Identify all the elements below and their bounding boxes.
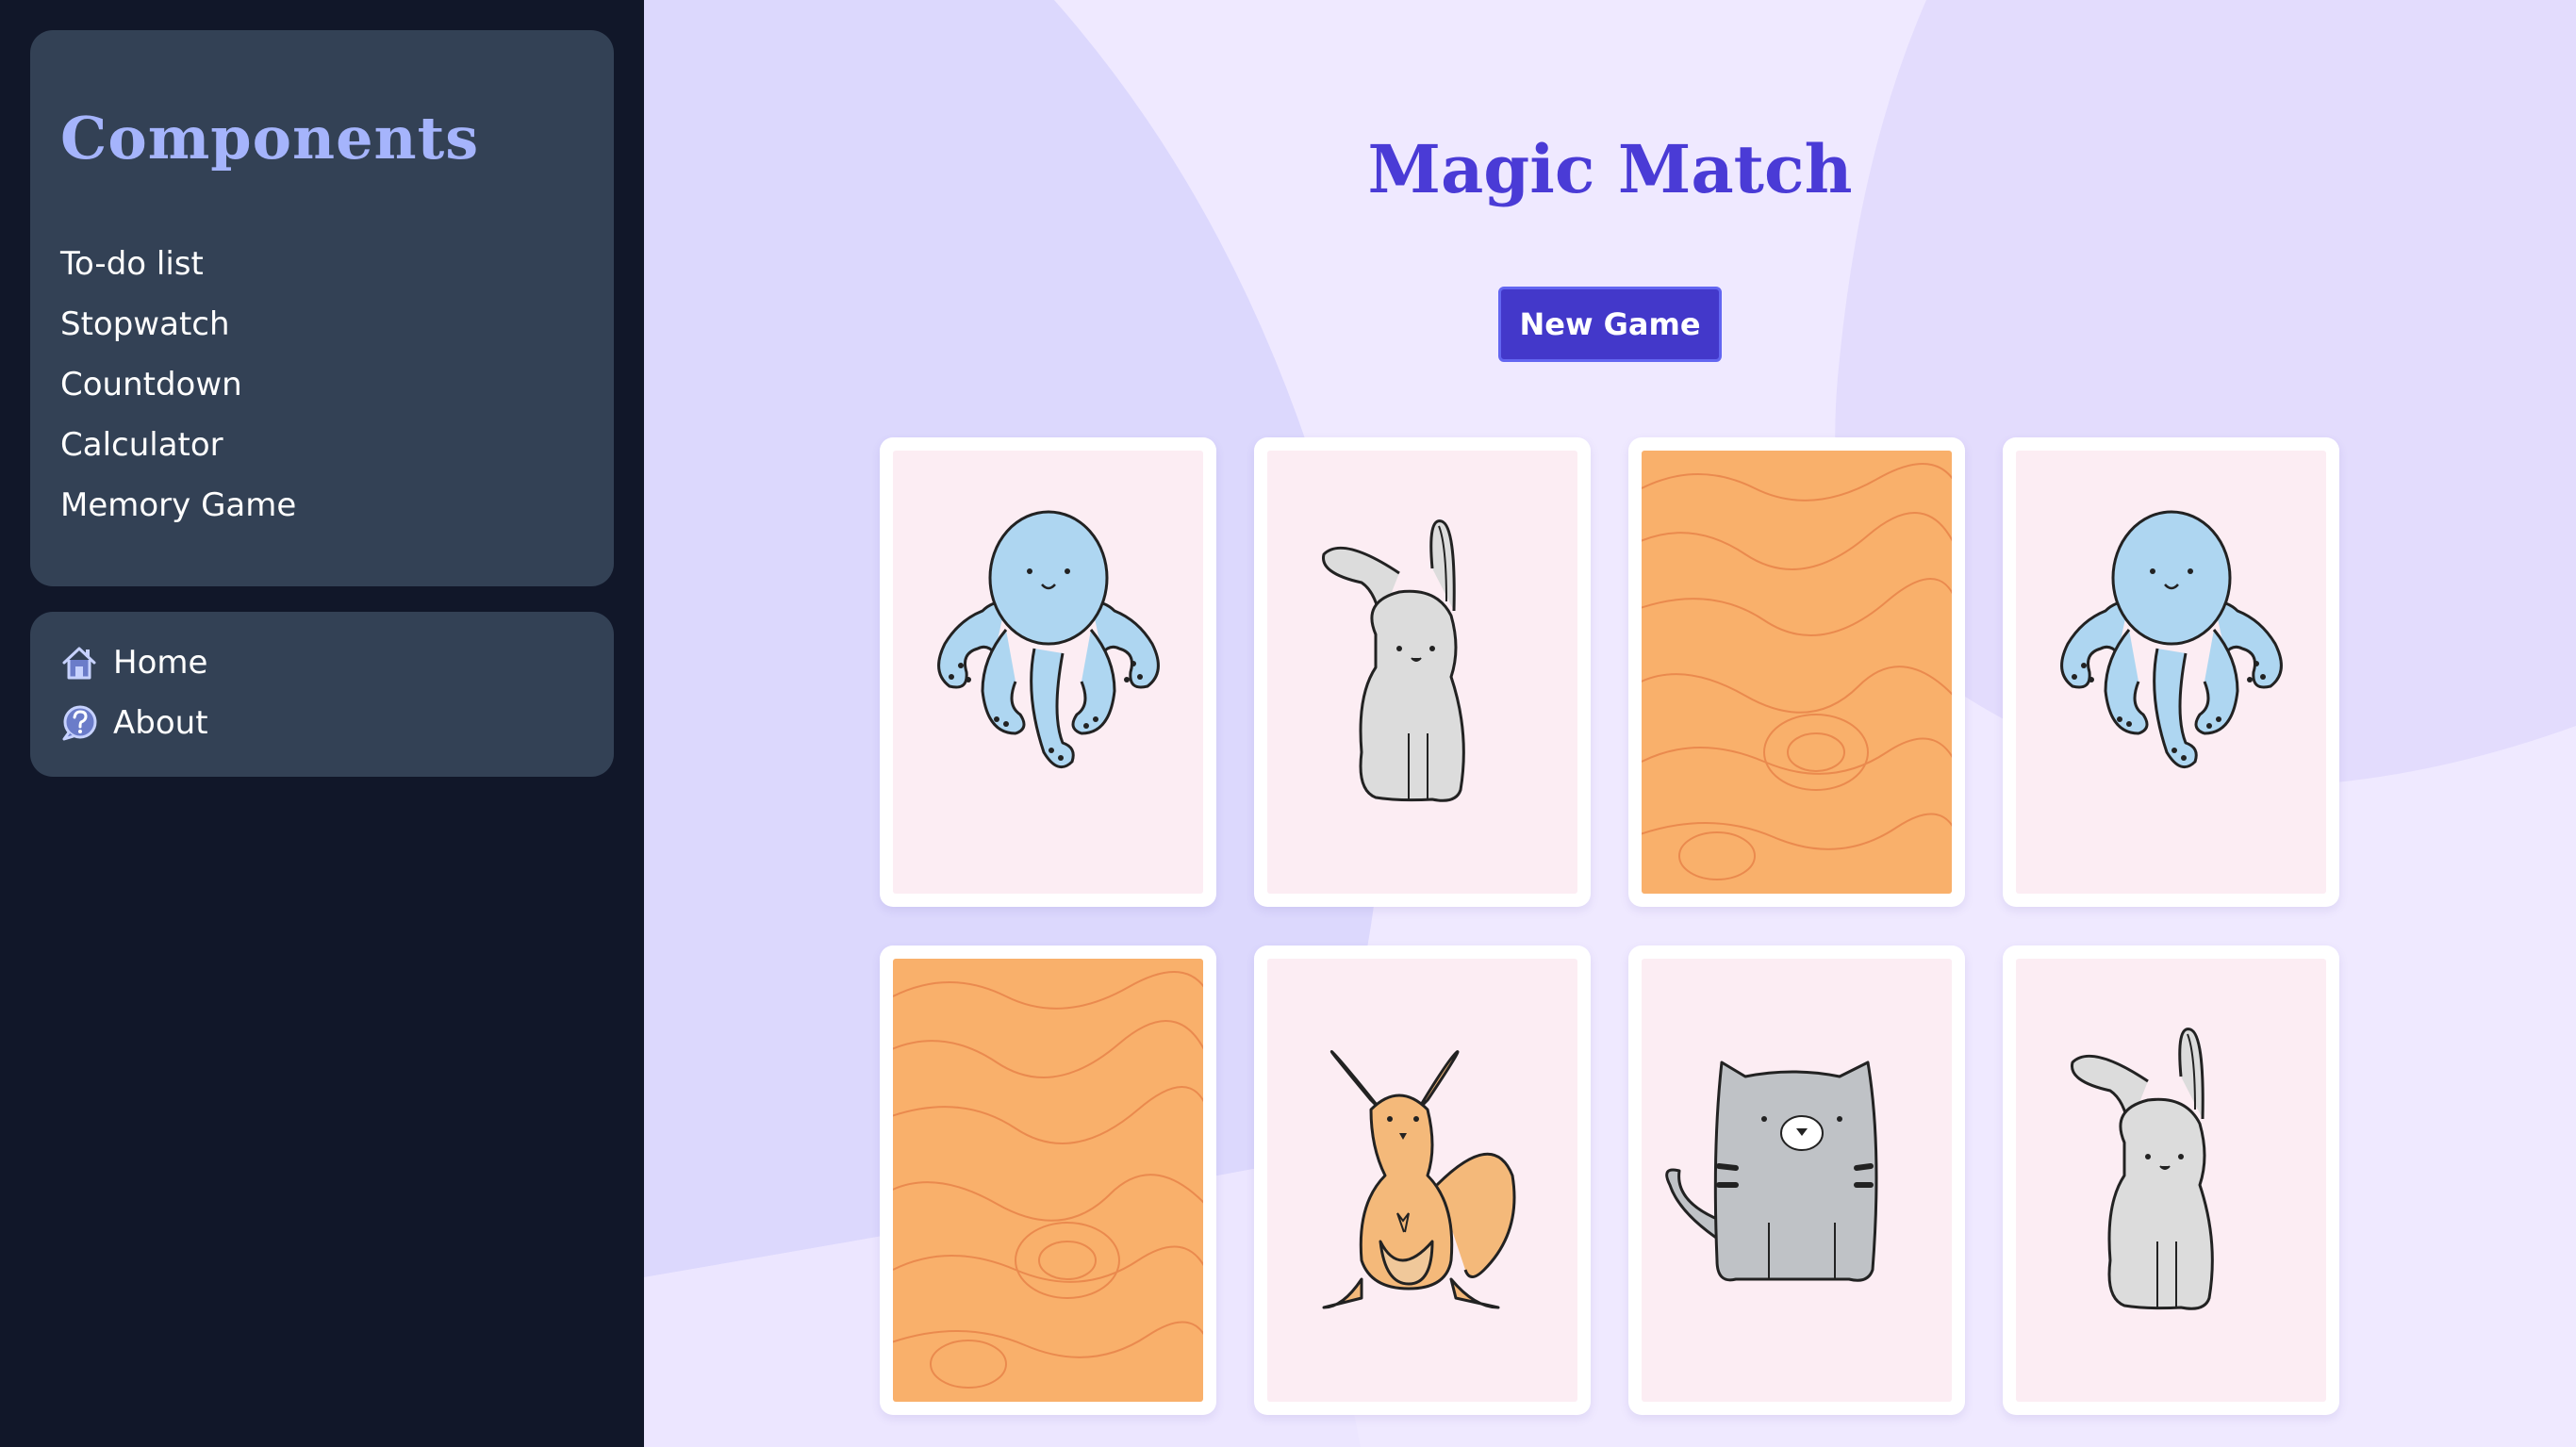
home-link[interactable]: Home bbox=[60, 643, 207, 682]
rabbit-illustration bbox=[2071, 1028, 2214, 1310]
card-face bbox=[2016, 451, 2326, 894]
components-title: Components bbox=[60, 104, 480, 173]
links-panel: Home About bbox=[30, 612, 614, 777]
topography-pattern bbox=[893, 971, 1203, 1389]
home-link-label: Home bbox=[113, 644, 208, 682]
nav-item-calculator[interactable]: Calculator bbox=[60, 425, 223, 465]
card-face bbox=[2016, 959, 2326, 1402]
nav-item-countdown[interactable]: Countdown bbox=[60, 365, 242, 404]
card-octopus[interactable] bbox=[2003, 437, 2339, 907]
kangaroo-illustration bbox=[1322, 1050, 1516, 1309]
new-game-button[interactable]: New Game bbox=[1498, 287, 1722, 362]
game-title: Magic Match bbox=[1367, 130, 1853, 208]
card-rabbit[interactable] bbox=[1254, 437, 1591, 907]
card-back bbox=[1642, 451, 1952, 894]
card-rabbit[interactable] bbox=[2003, 945, 2339, 1415]
card-face bbox=[1267, 451, 1577, 894]
game-area: Magic Match New Game bbox=[644, 0, 2576, 1447]
nav-item-stopwatch[interactable]: Stopwatch bbox=[60, 304, 230, 344]
components-panel: Components To-do list Stopwatch Countdow… bbox=[30, 30, 614, 586]
card-kangaroo[interactable] bbox=[1254, 945, 1591, 1415]
card-back bbox=[893, 959, 1203, 1402]
card-face bbox=[1267, 959, 1577, 1402]
sidebar: Components To-do list Stopwatch Countdow… bbox=[0, 0, 644, 1447]
rabbit-illustration bbox=[1322, 519, 1465, 802]
cat-illustration bbox=[1665, 1061, 1878, 1282]
card-face-down[interactable] bbox=[1628, 437, 1965, 907]
card-face bbox=[893, 451, 1203, 894]
card-octopus[interactable] bbox=[880, 437, 1216, 907]
octopus-illustration bbox=[2060, 510, 2283, 769]
nav-item-todo-list[interactable]: To-do list bbox=[60, 244, 204, 284]
about-link-label: About bbox=[113, 704, 208, 742]
card-cat[interactable] bbox=[1628, 945, 1965, 1415]
nav-item-memory-game[interactable]: Memory Game bbox=[60, 485, 296, 525]
octopus-illustration bbox=[937, 510, 1160, 769]
card-face-down[interactable] bbox=[880, 945, 1216, 1415]
card-face bbox=[1642, 959, 1952, 1402]
home-icon bbox=[60, 644, 98, 682]
question-icon bbox=[60, 704, 98, 742]
about-link[interactable]: About bbox=[60, 703, 208, 743]
topography-pattern bbox=[1642, 463, 1952, 880]
